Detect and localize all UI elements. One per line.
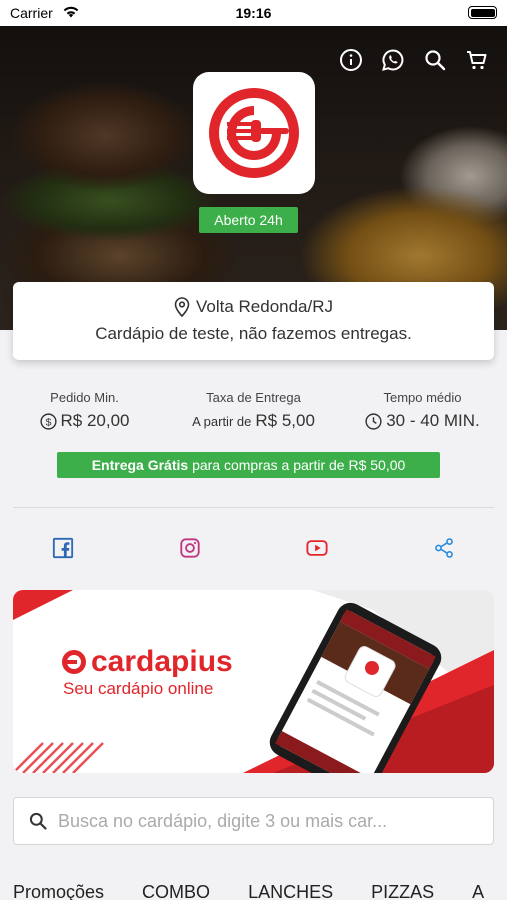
free-delivery-banner: Entrega Grátis para compras a partir de … [57, 452, 440, 478]
whatsapp-icon[interactable] [381, 48, 405, 72]
tab-promocoes[interactable]: Promoções [13, 882, 104, 900]
tab-lanches[interactable]: LANCHES [248, 882, 333, 900]
banner-brand: cardapius [61, 645, 233, 679]
min-order-stat: Pedido Min. $ R$ 20,00 [0, 390, 169, 431]
free-delivery-text: para compras a partir de R$ 50,00 [192, 457, 406, 473]
clock-icon [365, 412, 382, 430]
store-info-card: Volta Redonda/RJ Cardápio de teste, não … [13, 282, 494, 360]
free-delivery-bold: Entrega Grátis [91, 457, 189, 473]
tab-next[interactable]: A [472, 882, 484, 900]
store-logo [193, 72, 315, 194]
delivery-fee-label: Taxa de Entrega [206, 390, 301, 405]
avg-time-stat: Tempo médio 30 - 40 MIN. [338, 390, 507, 431]
open-status-badge: Aberto 24h [199, 207, 298, 233]
menu-search[interactable] [13, 797, 494, 845]
avg-time-value: 30 - 40 MIN. [386, 411, 480, 430]
status-bar: Carrier 19:16 [0, 0, 507, 26]
cart-icon[interactable] [465, 48, 489, 72]
store-stats: Pedido Min. $ R$ 20,00 Taxa de Entrega A… [0, 390, 507, 431]
battery-icon [468, 6, 497, 19]
info-icon[interactable] [339, 48, 363, 72]
delivery-fee-stat: Taxa de Entrega A partir de R$ 5,00 [169, 390, 338, 431]
search-input[interactable] [58, 810, 478, 832]
min-order-label: Pedido Min. [50, 390, 119, 405]
fork-logo-icon [209, 88, 299, 178]
banner-brand-text: cardapius [91, 645, 233, 678]
dollar-icon: $ [39, 412, 57, 430]
location-pin-icon [174, 297, 190, 317]
clock: 19:16 [235, 5, 272, 21]
brand-logo-icon [62, 650, 86, 674]
share-icon[interactable] [433, 537, 455, 559]
category-tabs: Promoções COMBO LANCHES PIZZAS A [13, 882, 484, 900]
avg-time-label: Tempo médio [383, 390, 462, 405]
search-icon[interactable] [423, 48, 447, 72]
tab-combo[interactable]: COMBO [142, 882, 210, 900]
header-actions [339, 48, 489, 72]
store-description: Cardápio de teste, não fazemos entregas. [95, 324, 412, 343]
store-location: Volta Redonda/RJ [195, 297, 334, 316]
promo-banner[interactable]: cardapius Seu cardápio online [13, 590, 494, 773]
social-links [0, 537, 507, 559]
location-row: Volta Redonda/RJ [13, 297, 494, 317]
delivery-fee-value: R$ 5,00 [255, 411, 315, 430]
divider [13, 507, 494, 508]
tab-pizzas[interactable]: PIZZAS [371, 882, 434, 900]
svg-text:$: $ [45, 417, 51, 428]
min-order-value: R$ 20,00 [60, 411, 130, 430]
banner-subtitle: Seu cardápio online [63, 679, 214, 698]
instagram-icon[interactable] [179, 537, 201, 559]
store-page: Carrier 19:16 Aberto 24h Volta Redonda/R… [0, 0, 507, 900]
youtube-icon[interactable] [306, 537, 328, 559]
search-icon [29, 812, 47, 830]
facebook-icon[interactable] [52, 537, 74, 559]
delivery-fee-prefix: A partir de [192, 413, 252, 429]
